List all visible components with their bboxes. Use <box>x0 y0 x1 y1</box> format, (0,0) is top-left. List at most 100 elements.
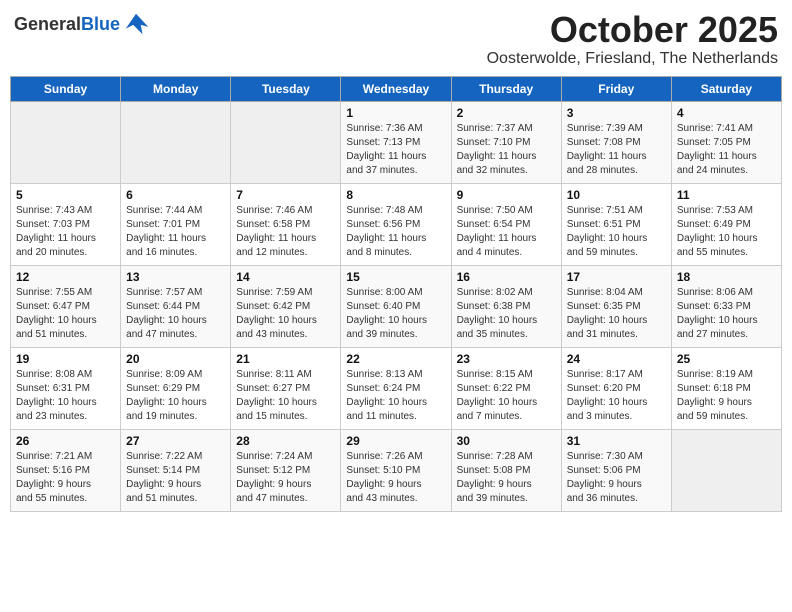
day-number: 2 <box>457 106 556 120</box>
day-number: 20 <box>126 352 225 366</box>
day-number: 18 <box>677 270 776 284</box>
header-day: Tuesday <box>231 76 341 101</box>
day-info: Sunrise: 7:44 AM Sunset: 7:01 PM Dayligh… <box>126 204 225 260</box>
header-day: Saturday <box>671 76 781 101</box>
day-info: Sunrise: 7:39 AM Sunset: 7:08 PM Dayligh… <box>567 122 666 178</box>
calendar-cell <box>671 429 781 511</box>
day-number: 7 <box>236 188 335 202</box>
calendar-cell: 24 Sunrise: 8:17 AM Sunset: 6:20 PM Dayli… <box>561 347 671 429</box>
title-area: October 2025 Oosterwolde, Friesland, The… <box>487 10 778 68</box>
day-info: Sunrise: 7:59 AM Sunset: 6:42 PM Dayligh… <box>236 286 335 342</box>
subtitle: Oosterwolde, Friesland, The Netherlands <box>487 50 778 68</box>
day-info: Sunrise: 8:17 AM Sunset: 6:20 PM Dayligh… <box>567 368 666 424</box>
calendar-cell: 26 Sunrise: 7:21 AM Sunset: 5:16 PM Dayli… <box>11 429 121 511</box>
day-number: 3 <box>567 106 666 120</box>
day-number: 15 <box>346 270 445 284</box>
day-info: Sunrise: 7:30 AM Sunset: 5:06 PM Dayligh… <box>567 450 666 506</box>
calendar-week-row: 26 Sunrise: 7:21 AM Sunset: 5:16 PM Dayli… <box>11 429 782 511</box>
day-info: Sunrise: 7:57 AM Sunset: 6:44 PM Dayligh… <box>126 286 225 342</box>
day-number: 21 <box>236 352 335 366</box>
logo: GeneralBlue <box>14 10 150 38</box>
day-number: 10 <box>567 188 666 202</box>
day-info: Sunrise: 7:48 AM Sunset: 6:56 PM Dayligh… <box>346 204 445 260</box>
day-number: 28 <box>236 434 335 448</box>
calendar-cell: 1 Sunrise: 7:36 AM Sunset: 7:13 PM Daylig… <box>341 101 451 183</box>
day-info: Sunrise: 8:02 AM Sunset: 6:38 PM Dayligh… <box>457 286 556 342</box>
calendar-cell: 7 Sunrise: 7:46 AM Sunset: 6:58 PM Daylig… <box>231 183 341 265</box>
calendar-cell: 6Sunrise: 7:44 AM Sunset: 7:01 PM Daylig… <box>121 183 231 265</box>
calendar-week-row: 19 Sunrise: 8:08 AM Sunset: 6:31 PM Dayli… <box>11 347 782 429</box>
calendar-cell: 27 Sunrise: 7:22 AM Sunset: 5:14 PM Dayli… <box>121 429 231 511</box>
day-number: 19 <box>16 352 115 366</box>
day-number: 30 <box>457 434 556 448</box>
header: GeneralBlue October 2025 Oosterwolde, Fr… <box>10 10 782 68</box>
day-number: 29 <box>346 434 445 448</box>
day-info: Sunrise: 7:22 AM Sunset: 5:14 PM Dayligh… <box>126 450 225 506</box>
calendar-cell: 22Sunrise: 8:13 AM Sunset: 6:24 PM Dayli… <box>341 347 451 429</box>
calendar-cell: 20 Sunrise: 8:09 AM Sunset: 6:29 PM Dayli… <box>121 347 231 429</box>
logo-general: GeneralBlue <box>14 14 120 35</box>
calendar-cell: 2Sunrise: 7:37 AM Sunset: 7:10 PM Daylig… <box>451 101 561 183</box>
calendar-cell: 31 Sunrise: 7:30 AM Sunset: 5:06 PM Dayli… <box>561 429 671 511</box>
calendar-header: SundayMondayTuesdayWednesdayThursdayFrid… <box>11 76 782 101</box>
day-info: Sunrise: 8:00 AM Sunset: 6:40 PM Dayligh… <box>346 286 445 342</box>
day-info: Sunrise: 8:19 AM Sunset: 6:18 PM Dayligh… <box>677 368 776 424</box>
calendar-cell: 25 Sunrise: 8:19 AM Sunset: 6:18 PM Dayli… <box>671 347 781 429</box>
header-day: Friday <box>561 76 671 101</box>
day-info: Sunrise: 8:09 AM Sunset: 6:29 PM Dayligh… <box>126 368 225 424</box>
day-number: 25 <box>677 352 776 366</box>
calendar-cell: 12 Sunrise: 7:55 AM Sunset: 6:47 PM Dayli… <box>11 265 121 347</box>
calendar-cell <box>11 101 121 183</box>
calendar-cell: 21 Sunrise: 8:11 AM Sunset: 6:27 PM Dayli… <box>231 347 341 429</box>
header-day: Wednesday <box>341 76 451 101</box>
day-number: 27 <box>126 434 225 448</box>
day-info: Sunrise: 8:06 AM Sunset: 6:33 PM Dayligh… <box>677 286 776 342</box>
day-info: Sunrise: 8:15 AM Sunset: 6:22 PM Dayligh… <box>457 368 556 424</box>
day-info: Sunrise: 7:53 AM Sunset: 6:49 PM Dayligh… <box>677 204 776 260</box>
calendar-cell: 28Sunrise: 7:24 AM Sunset: 5:12 PM Dayli… <box>231 429 341 511</box>
day-number: 5 <box>16 188 115 202</box>
day-number: 4 <box>677 106 776 120</box>
calendar-cell: 5Sunrise: 7:43 AM Sunset: 7:03 PM Daylig… <box>11 183 121 265</box>
day-number: 1 <box>346 106 445 120</box>
calendar-cell: 3 Sunrise: 7:39 AM Sunset: 7:08 PM Daylig… <box>561 101 671 183</box>
header-row: SundayMondayTuesdayWednesdayThursdayFrid… <box>11 76 782 101</box>
day-number: 16 <box>457 270 556 284</box>
calendar-cell: 9Sunrise: 7:50 AM Sunset: 6:54 PM Daylig… <box>451 183 561 265</box>
day-number: 26 <box>16 434 115 448</box>
calendar-cell <box>121 101 231 183</box>
calendar-cell: 8Sunrise: 7:48 AM Sunset: 6:56 PM Daylig… <box>341 183 451 265</box>
day-number: 11 <box>677 188 776 202</box>
calendar-cell: 30Sunrise: 7:28 AM Sunset: 5:08 PM Dayli… <box>451 429 561 511</box>
calendar-cell <box>231 101 341 183</box>
header-day: Thursday <box>451 76 561 101</box>
calendar-table: SundayMondayTuesdayWednesdayThursdayFrid… <box>10 76 782 512</box>
calendar-cell: 10 Sunrise: 7:51 AM Sunset: 6:51 PM Dayli… <box>561 183 671 265</box>
day-info: Sunrise: 7:26 AM Sunset: 5:10 PM Dayligh… <box>346 450 445 506</box>
calendar-cell: 14Sunrise: 7:59 AM Sunset: 6:42 PM Dayli… <box>231 265 341 347</box>
day-info: Sunrise: 7:55 AM Sunset: 6:47 PM Dayligh… <box>16 286 115 342</box>
day-number: 23 <box>457 352 556 366</box>
day-info: Sunrise: 7:46 AM Sunset: 6:58 PM Dayligh… <box>236 204 335 260</box>
calendar-cell: 18 Sunrise: 8:06 AM Sunset: 6:33 PM Dayli… <box>671 265 781 347</box>
day-info: Sunrise: 7:41 AM Sunset: 7:05 PM Dayligh… <box>677 122 776 178</box>
day-number: 12 <box>16 270 115 284</box>
day-info: Sunrise: 8:04 AM Sunset: 6:35 PM Dayligh… <box>567 286 666 342</box>
month-title: October 2025 <box>487 10 778 50</box>
calendar-cell: 15 Sunrise: 8:00 AM Sunset: 6:40 PM Dayli… <box>341 265 451 347</box>
day-info: Sunrise: 8:11 AM Sunset: 6:27 PM Dayligh… <box>236 368 335 424</box>
day-info: Sunrise: 7:36 AM Sunset: 7:13 PM Dayligh… <box>346 122 445 178</box>
day-info: Sunrise: 7:51 AM Sunset: 6:51 PM Dayligh… <box>567 204 666 260</box>
calendar-week-row: 5Sunrise: 7:43 AM Sunset: 7:03 PM Daylig… <box>11 183 782 265</box>
day-number: 31 <box>567 434 666 448</box>
day-number: 24 <box>567 352 666 366</box>
day-number: 22 <box>346 352 445 366</box>
day-info: Sunrise: 8:08 AM Sunset: 6:31 PM Dayligh… <box>16 368 115 424</box>
day-number: 13 <box>126 270 225 284</box>
calendar-cell: 13 Sunrise: 7:57 AM Sunset: 6:44 PM Dayli… <box>121 265 231 347</box>
day-info: Sunrise: 7:50 AM Sunset: 6:54 PM Dayligh… <box>457 204 556 260</box>
day-number: 17 <box>567 270 666 284</box>
day-info: Sunrise: 7:21 AM Sunset: 5:16 PM Dayligh… <box>16 450 115 506</box>
logo-bird-icon <box>122 10 150 38</box>
calendar-week-row: 1 Sunrise: 7:36 AM Sunset: 7:13 PM Daylig… <box>11 101 782 183</box>
